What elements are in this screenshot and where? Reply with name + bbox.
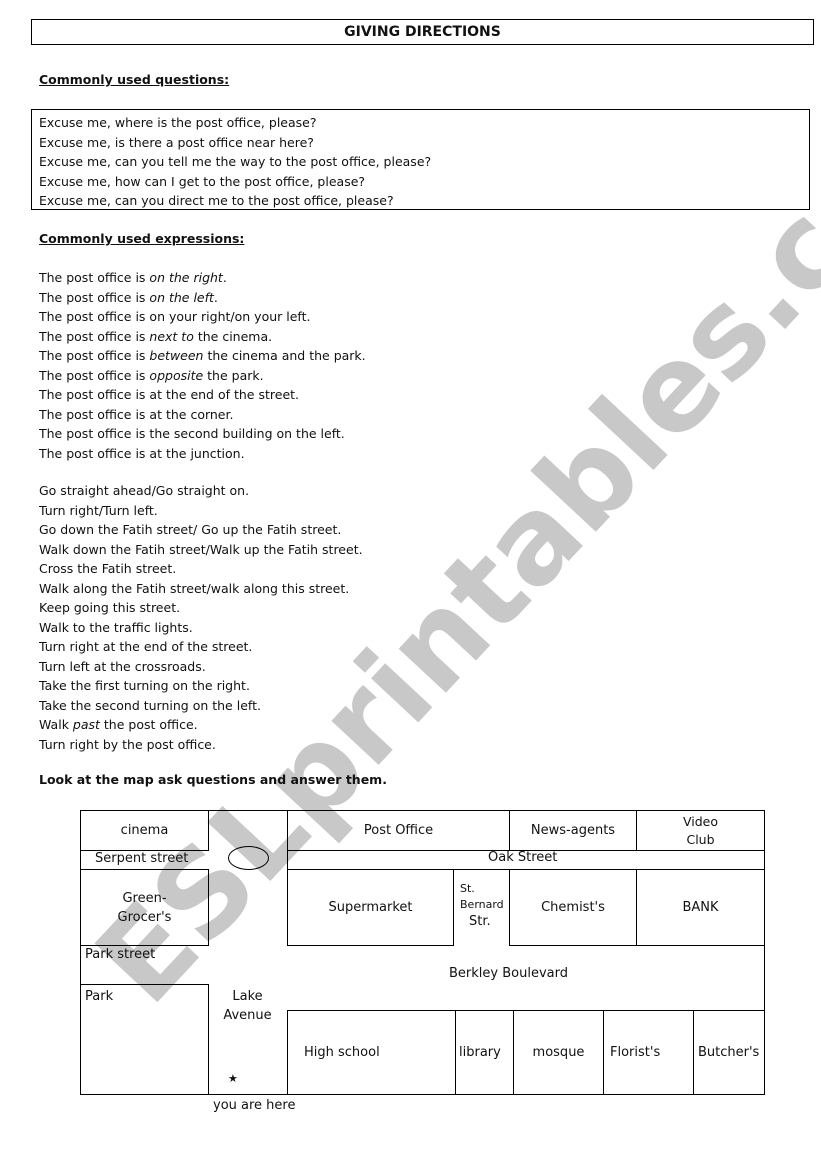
expression-text: the cinema. <box>193 328 273 344</box>
expression-text: Take the second turning on the left. <box>39 697 261 713</box>
building-news-agents: News-agents <box>509 810 637 851</box>
expression-text: the park. <box>203 367 264 383</box>
building-florists: Florist's <box>603 1010 694 1095</box>
street-berkley-boulevard: Berkley Boulevard <box>449 966 568 981</box>
building-supermarket: Supermarket <box>287 869 454 946</box>
expression-line: Go straight ahead/Go straight on. <box>39 481 363 501</box>
question-line: Excuse me, can you tell me the way to th… <box>39 154 432 169</box>
expression-line: Turn right at the end of the street. <box>39 637 363 657</box>
expression-text: Walk along the Fatih street/walk along t… <box>39 580 350 596</box>
expression-text: Go down the Fatih street/ Go up the Fati… <box>39 522 342 537</box>
expression-text: the post office. <box>99 717 198 732</box>
expression-text: Keep going this street. <box>39 600 181 615</box>
questions-heading: Commonly used questions: <box>39 72 230 87</box>
expression-text: The post office is the second building o… <box>39 426 345 441</box>
question-line: Excuse me, is there a post office near h… <box>39 134 314 150</box>
expression-emphasis: between <box>149 348 204 363</box>
expression-text: Walk to the traffic lights. <box>39 619 193 635</box>
street-park: Park street <box>85 947 156 962</box>
expression-line: The post office is on the left. <box>39 288 366 308</box>
expression-line: Walk along the Fatih street/walk along t… <box>39 579 363 599</box>
expression-emphasis: opposite <box>149 367 204 383</box>
expression-line: Take the first turning on the right. <box>39 676 363 696</box>
expression-text: Walk down the Fatih street/Walk up the F… <box>39 541 363 557</box>
expression-line: Go down the Fatih street/ Go up the Fati… <box>39 520 363 540</box>
street-lake-avenue: Lake Avenue <box>223 989 272 1023</box>
expression-line: The post office is between the cinema an… <box>39 346 366 366</box>
expression-text: the cinema and the park. <box>203 348 366 363</box>
expression-text: Turn right at the end of the street. <box>39 639 253 654</box>
expression-line: The post office is at the end of the str… <box>39 385 366 405</box>
expression-line: Walk past the post office. <box>39 715 363 735</box>
roundabout-icon <box>228 846 269 870</box>
expression-line: Walk down the Fatih street/Walk up the F… <box>39 540 363 560</box>
building-high-school: High school <box>287 1010 456 1095</box>
expression-emphasis: on the left <box>149 289 214 305</box>
expressions-heading: Commonly used expressions: <box>39 231 245 246</box>
expression-text: The post office is at the junction. <box>39 445 245 461</box>
expression-text: The post office is <box>39 270 150 285</box>
building-butchers: Butcher's <box>693 1010 765 1095</box>
expression-line: The post office is on the right. <box>39 268 366 288</box>
location-expressions-list: The post office is on the right. The post… <box>39 268 366 463</box>
expression-text: Go straight ahead/Go straight on. <box>39 483 250 498</box>
expression-line: The post office is next to the cinema. <box>39 327 366 347</box>
expression-text: Turn right/Turn left. <box>39 502 158 518</box>
building-cinema: cinema <box>80 810 209 851</box>
street-st-bernard: St. Bernard <box>460 882 504 911</box>
expression-emphasis: on the right <box>149 270 223 285</box>
expression-line: Turn left at the crossroads. <box>39 657 363 677</box>
street-map: cinema Serpent street Green- Grocer's Pa… <box>80 810 765 1095</box>
you-are-here-marker-icon: ★ <box>228 1072 238 1085</box>
direction-expressions-list: Go straight ahead/Go straight on. Turn ri… <box>39 481 363 754</box>
expression-emphasis: next to <box>149 328 194 344</box>
expression-text: The post office is <box>39 348 150 363</box>
questions-box: Excuse me, where is the post office, ple… <box>31 109 810 210</box>
expression-line: Turn right by the post office. <box>39 735 363 755</box>
building-post-office: Post Office <box>287 810 510 851</box>
building-park: Park <box>80 984 209 1095</box>
expression-line: Take the second turning on the left. <box>39 696 363 716</box>
expression-line: Turn right/Turn left. <box>39 501 363 521</box>
expression-text: Cross the Fatih street. <box>39 561 177 576</box>
expression-text: Walk <box>39 717 73 732</box>
building-bank: BANK <box>636 869 765 946</box>
expression-text: . <box>222 270 227 285</box>
page-title: GIVING DIRECTIONS <box>31 19 814 45</box>
street-serpent: Serpent street <box>95 851 189 866</box>
expression-text: Turn right by the post office. <box>39 736 216 752</box>
building-library: library <box>455 1010 514 1095</box>
expression-text: The post office is at the end of the str… <box>39 387 300 402</box>
street-oak: Oak Street <box>488 850 558 865</box>
question-line: Excuse me, can you direct me to the post… <box>39 193 394 208</box>
expression-text: The post office is <box>39 367 150 383</box>
expression-line: The post office is opposite the park. <box>39 366 366 386</box>
expression-text: . <box>213 289 218 305</box>
you-are-here-label: you are here <box>213 1098 296 1113</box>
expression-line: Keep going this street. <box>39 598 363 618</box>
building-chemists: Chemist's <box>509 869 637 946</box>
expression-line: The post office is at the junction. <box>39 444 366 464</box>
expression-text: The post office is at the corner. <box>39 406 234 422</box>
expression-text: The post office is <box>39 328 150 344</box>
expression-line: The post office is on your right/on your… <box>39 307 366 327</box>
expression-line: The post office is the second building o… <box>39 424 366 444</box>
building-mosque: mosque <box>513 1010 604 1095</box>
question-line: Excuse me, where is the post office, ple… <box>39 115 317 130</box>
question-line: Excuse me, how can I get to the post off… <box>39 173 366 189</box>
expression-text: The post office is on your right/on your… <box>39 309 311 324</box>
expression-line: Walk to the traffic lights. <box>39 618 363 638</box>
expression-line: Cross the Fatih street. <box>39 559 363 579</box>
instruction-text: Look at the map ask questions and answer… <box>39 772 387 787</box>
street-st-bernard-suffix: Str. <box>469 914 491 929</box>
expression-emphasis: past <box>72 717 100 732</box>
expression-line: The post office is at the corner. <box>39 405 366 425</box>
expression-text: Take the first turning on the right. <box>39 678 250 693</box>
expression-text: Turn left at the crossroads. <box>39 658 206 674</box>
building-video-club: Video Club <box>636 810 765 851</box>
building-green-grocers: Green- Grocer's <box>80 869 209 946</box>
expression-text: The post office is <box>39 289 150 305</box>
